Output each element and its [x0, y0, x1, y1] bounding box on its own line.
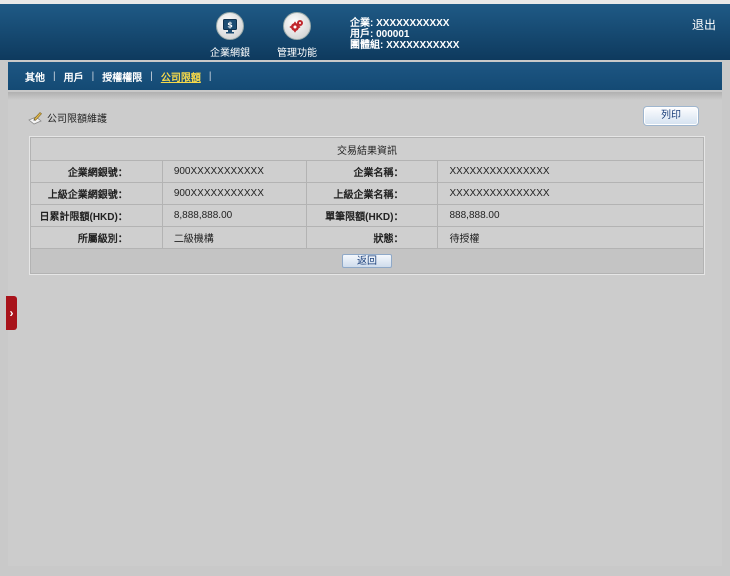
table-footer-row: 返回 [30, 248, 704, 274]
back-button[interactable]: 返回 [342, 254, 392, 268]
table-header-row: 交易結果資訊 [30, 137, 704, 161]
field-label: 日累計限額(HKD)： [30, 204, 163, 227]
subnav-item-other[interactable]: 其他 [25, 69, 45, 84]
subnav-item-users[interactable]: 用戶 [64, 69, 84, 84]
gears-icon [283, 12, 311, 40]
chevron-right-icon: › [9, 306, 14, 320]
user-info: 企業: XXXXXXXXXXX 用戶: 000001 團體組: XXXXXXXX… [350, 18, 459, 51]
page-title: 公司限額維護 [28, 110, 107, 125]
print-button[interactable]: 列印 [644, 107, 698, 125]
nav-label: 企業網銀 [210, 48, 250, 59]
logout-link[interactable]: 退出 [692, 16, 716, 33]
field-value: 二級機構 [161, 226, 307, 249]
field-value: 8,888,888.00 [161, 204, 307, 227]
field-label: 所屬級別： [30, 226, 163, 249]
sub-navigation: 其他 | 用戶 | 授權權限 | 公司限額 | [8, 62, 722, 90]
field-label: 企業名稱： [305, 160, 439, 183]
sidebar-toggle[interactable]: › [6, 296, 17, 330]
field-label: 單筆限額(HKD)： [305, 204, 439, 227]
table-header: 交易結果資訊 [30, 137, 704, 161]
nav-label: 管理功能 [277, 48, 317, 59]
page-title-text: 公司限額維護 [47, 114, 107, 125]
field-label: 上級企業名稱： [305, 182, 439, 205]
table-row: 上級企業網銀號： 900XXXXXXXXXXX 上級企業名稱： XXXXXXXX… [30, 182, 704, 205]
subnav-separator: | [91, 70, 95, 82]
field-value: 待授權 [437, 226, 704, 249]
pencil-paper-icon [28, 111, 42, 124]
field-value: 900XXXXXXXXXXX [161, 182, 307, 205]
field-value: 888,888.00 [437, 204, 704, 227]
svg-text:$: $ [227, 21, 233, 30]
field-value: XXXXXXXXXXXXXXX [437, 182, 704, 205]
field-value: XXXXXXXXXXXXXXX [437, 160, 704, 183]
top-header: $ 企業網銀 管理功能 企業: XXXXXXXXXXX 用戶: 000001 團… [0, 0, 730, 60]
field-label: 上級企業網銀號： [30, 182, 163, 205]
table-footer: 返回 [30, 248, 704, 274]
table-row: 企業網銀號： 900XXXXXXXXXXX 企業名稱： XXXXXXXXXXXX… [30, 160, 704, 183]
content-panel: 公司限額維護 列印 交易結果資訊 企業網銀號： 900XXXXXXXXXXX 企… [8, 92, 722, 566]
user-id: 用戶: 000001 [350, 29, 410, 40]
table-row: 日累計限額(HKD)： 8,888,888.00 單筆限額(HKD)： 888,… [30, 204, 704, 227]
group-name: 團體組: XXXXXXXXXXX [350, 40, 460, 51]
table-row: 所屬級別： 二級機構 狀態： 待授權 [30, 226, 704, 249]
field-label: 企業網銀號： [30, 160, 163, 183]
transaction-result-table: 交易結果資訊 企業網銀號： 900XXXXXXXXXXX 企業名稱： XXXXX… [30, 137, 704, 274]
subnav-item-company-limit[interactable]: 公司限額 [161, 69, 201, 84]
subnav-separator: | [208, 70, 212, 82]
company-name: 企業: XXXXXXXXXXX [350, 18, 450, 29]
monitor-dollar-icon: $ [216, 12, 244, 40]
subnav-separator: | [53, 70, 56, 82]
panel-shadow [8, 92, 722, 100]
field-value: 900XXXXXXXXXXX [161, 160, 307, 183]
nav-enterprise-banking[interactable]: $ 企業網銀 [210, 12, 250, 59]
subnav-item-authorization[interactable]: 授權權限 [102, 69, 142, 84]
subnav-separator: | [150, 70, 153, 82]
field-label: 狀態： [305, 226, 439, 249]
nav-management[interactable]: 管理功能 [277, 12, 317, 59]
